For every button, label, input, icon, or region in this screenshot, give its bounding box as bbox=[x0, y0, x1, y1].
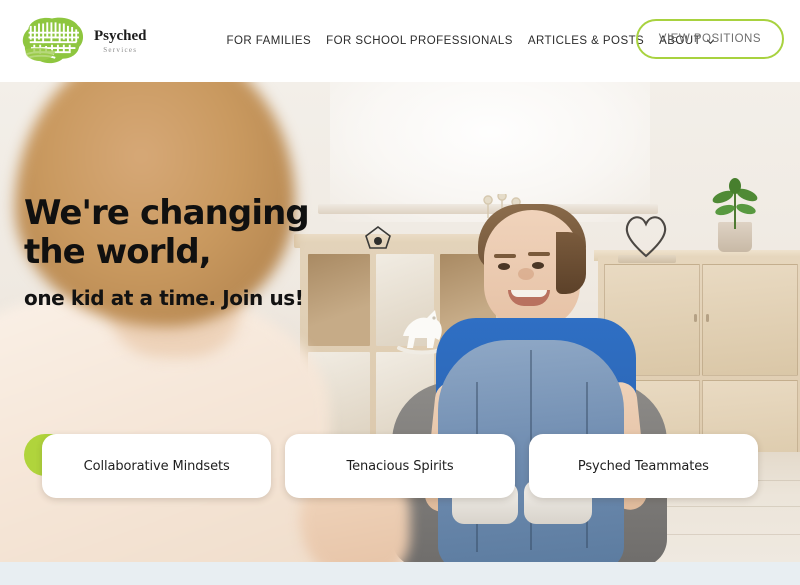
feature-card-label: Psyched Teammates bbox=[577, 458, 709, 474]
boy-eye bbox=[498, 263, 510, 270]
nav-item-articles-and-posts[interactable]: ARTICLES & POSTS bbox=[528, 35, 644, 47]
nav-item-for-school-professionals[interactable]: FOR SCHOOL PROFESSIONALS bbox=[326, 35, 513, 47]
page-root: Psyched Services FOR FAMILIES FOR SCHOOL… bbox=[0, 0, 800, 585]
hero-subheading: one kid at a time. Join us! bbox=[24, 285, 304, 310]
potted-plant-icon bbox=[712, 178, 758, 229]
heart-decor-icon bbox=[625, 216, 667, 258]
boy-teeth bbox=[511, 290, 547, 297]
nav-item-for-families[interactable]: FOR FAMILIES bbox=[227, 35, 312, 47]
brain-logo-icon bbox=[22, 17, 84, 64]
brand-name: Psyched bbox=[94, 28, 147, 45]
boy-eyebrow bbox=[494, 254, 516, 258]
boy-eye bbox=[532, 262, 544, 269]
feature-card-tenacious-spirits[interactable]: Tenacious Spirits bbox=[285, 434, 515, 498]
nav-label: FOR FAMILIES bbox=[226, 35, 312, 47]
feature-card-label: Collaborative Mindsets bbox=[83, 458, 230, 474]
nav-label: FOR SCHOOL PROFESSIONALS bbox=[326, 35, 513, 47]
boy-nose bbox=[518, 268, 534, 280]
cabinet-door bbox=[702, 264, 798, 376]
lantern-decor-icon bbox=[365, 226, 391, 249]
hero-copy: We're changing the world, one kid at a t… bbox=[24, 193, 310, 310]
bottom-section bbox=[0, 562, 800, 585]
cabinet-knob bbox=[694, 314, 697, 322]
brand-logo[interactable]: Psyched Services bbox=[16, 15, 147, 67]
feature-cards: Collaborative Mindsets Tenacious Spirits… bbox=[0, 434, 800, 498]
brand-wordmark: Psyched Services bbox=[94, 27, 147, 55]
boy-eyebrow bbox=[528, 252, 550, 256]
site-header: Psyched Services FOR FAMILIES FOR SCHOOL… bbox=[0, 0, 800, 82]
feature-card-label: Tenacious Spirits bbox=[346, 458, 454, 474]
hero-section: We're changing the world, one kid at a t… bbox=[0, 82, 800, 562]
feature-card-psyched-teammates[interactable]: Psyched Teammates bbox=[528, 434, 758, 498]
feature-card-collaborative-mindsets[interactable]: Collaborative Mindsets bbox=[42, 434, 272, 498]
cabinet-knob bbox=[706, 314, 709, 322]
nav-label: ARTICLES & POSTS bbox=[527, 35, 645, 47]
header-view-positions-button[interactable]: VIEW POSITIONS bbox=[635, 19, 784, 59]
boy-hair-side bbox=[556, 232, 586, 294]
hero-heading: We're changing the world, bbox=[24, 193, 310, 272]
brand-subtitle: Services bbox=[103, 46, 138, 55]
